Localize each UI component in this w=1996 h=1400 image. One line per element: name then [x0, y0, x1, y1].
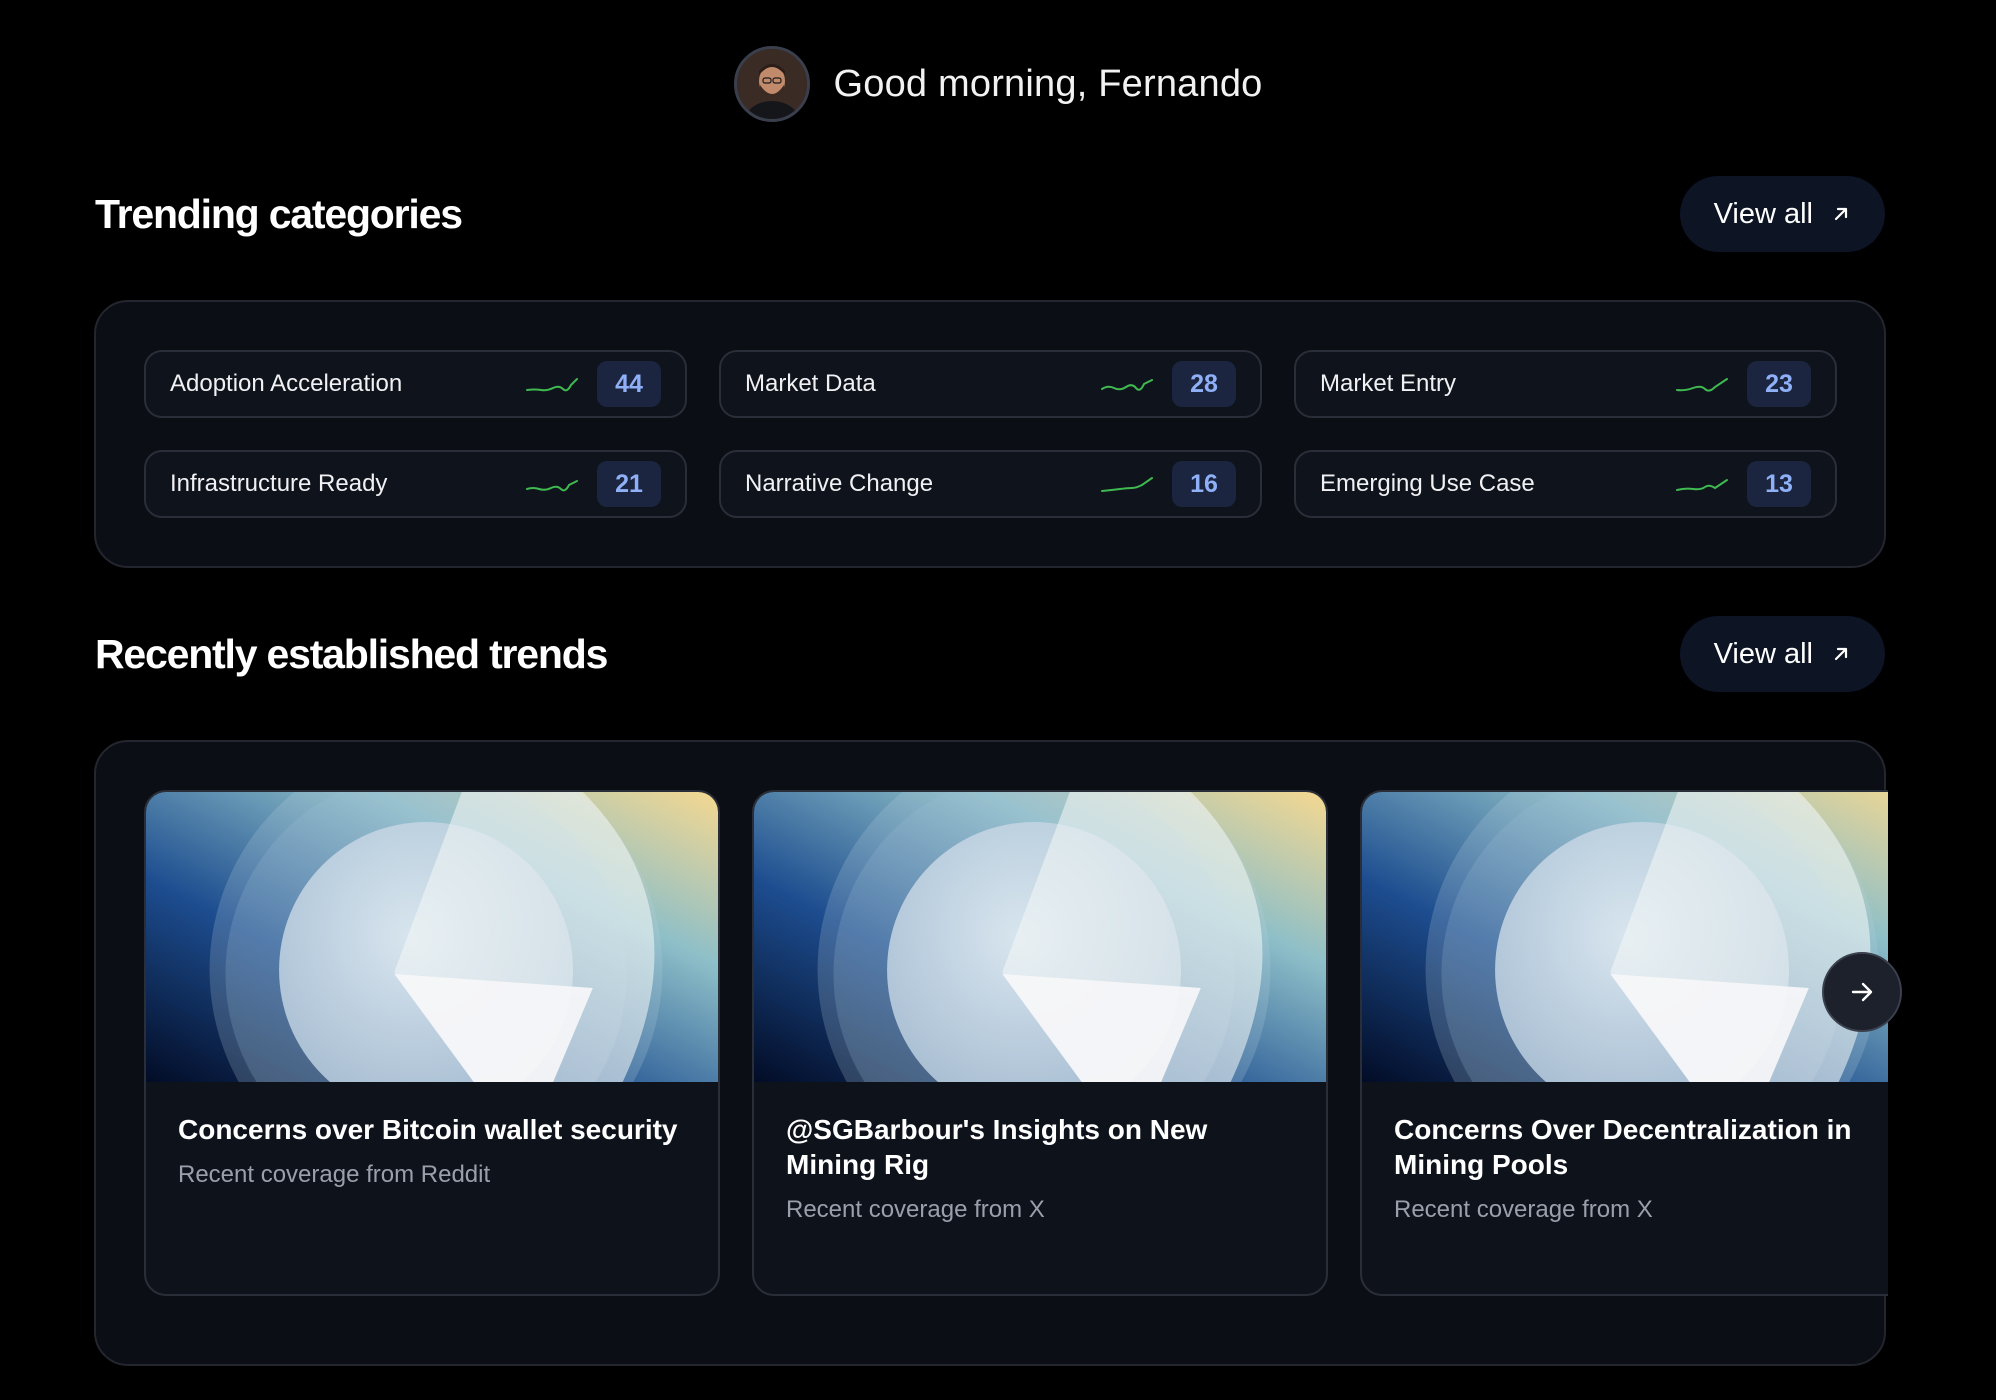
trends-panel: Concerns over Bitcoin wallet security Re… — [94, 740, 1888, 1366]
arrow-up-right-icon — [1834, 207, 1848, 221]
trends-view-all-button[interactable]: View all — [1679, 616, 1885, 692]
category-count: 23 — [1747, 361, 1811, 407]
category-count: 44 — [597, 361, 661, 407]
category-chip[interactable]: Market Entry 23 — [1294, 350, 1837, 418]
arrow-up-right-icon — [1834, 647, 1848, 661]
trend-card[interactable]: Concerns over Bitcoin wallet security Re… — [144, 790, 720, 1296]
trend-card-subtitle: Recent coverage from X — [786, 1196, 1045, 1223]
view-all-label: View all — [1713, 637, 1813, 670]
trending-categories-panel: Adoption Acceleration 44 Market Data 28 … — [94, 300, 1886, 568]
avatar-portrait — [736, 49, 807, 119]
trends-title: Recently established trends — [95, 630, 608, 677]
trend-carousel: Concerns over Bitcoin wallet security Re… — [144, 790, 1888, 1296]
trend-card-title: Concerns over Bitcoin wallet security — [178, 1114, 678, 1145]
carousel-next-button[interactable] — [1822, 952, 1902, 1032]
trending-view-all-button[interactable]: View all — [1679, 176, 1885, 252]
category-chip[interactable]: Emerging Use Case 13 — [1294, 450, 1837, 518]
sparkline-icon — [526, 378, 578, 392]
category-label: Market Data — [745, 370, 876, 397]
category-chip[interactable]: Narrative Change 16 — [719, 450, 1262, 518]
avatar[interactable] — [733, 46, 810, 122]
trend-card-image — [754, 792, 1326, 1082]
sparkline-icon — [526, 480, 578, 492]
category-chip[interactable]: Market Data 28 — [719, 350, 1262, 418]
trend-card-title: @SGBarbour's Insights on New Mining Rig — [786, 1114, 1208, 1180]
trend-card[interactable]: Concerns Over Decentralization in Mining… — [1360, 790, 1888, 1296]
category-chip[interactable]: Adoption Acceleration 44 — [144, 350, 687, 418]
sparkline-icon — [1101, 379, 1153, 391]
category-label: Infrastructure Ready — [170, 470, 388, 497]
category-label: Market Entry — [1320, 370, 1457, 397]
category-chip[interactable]: Infrastructure Ready 21 — [144, 450, 687, 518]
greeting-text: Good morning, Fernando — [833, 62, 1263, 105]
category-label: Adoption Acceleration — [170, 370, 403, 397]
trend-card-image — [146, 792, 718, 1082]
category-label: Emerging Use Case — [1320, 470, 1535, 497]
trend-card-title: Concerns Over Decentralization in Mining… — [1394, 1114, 1852, 1180]
sparkline-icon — [1676, 479, 1728, 491]
view-all-label: View all — [1713, 197, 1813, 230]
category-count: 28 — [1172, 361, 1236, 407]
category-count: 13 — [1747, 461, 1811, 507]
trend-card-image — [1362, 792, 1888, 1082]
sparkline-icon — [1101, 477, 1153, 492]
category-count: 16 — [1172, 461, 1236, 507]
sparkline-icon — [1676, 378, 1728, 392]
trending-header: Trending categories View all — [95, 176, 1885, 252]
trends-header: Recently established trends View all — [95, 616, 1885, 692]
greeting-header: Good morning, Fernando — [0, 46, 1996, 122]
category-chip-grid: Adoption Acceleration 44 Market Data 28 … — [144, 350, 1838, 518]
trend-card-subtitle: Recent coverage from Reddit — [178, 1161, 491, 1188]
arrow-right-icon — [1851, 982, 1873, 1002]
trending-title: Trending categories — [95, 190, 463, 237]
category-count: 21 — [597, 461, 661, 507]
trend-card-subtitle: Recent coverage from X — [1394, 1196, 1653, 1223]
category-label: Narrative Change — [745, 470, 934, 497]
trend-card[interactable]: @SGBarbour's Insights on New Mining Rig … — [752, 790, 1328, 1296]
